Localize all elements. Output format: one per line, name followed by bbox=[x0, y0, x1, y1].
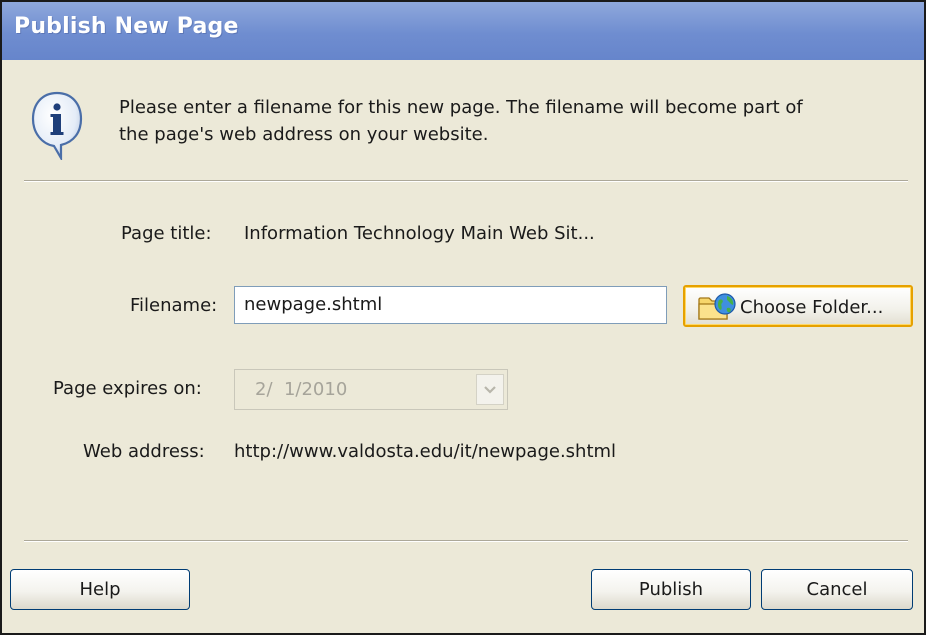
help-button[interactable]: Help bbox=[10, 569, 190, 610]
publish-button[interactable]: Publish bbox=[591, 569, 751, 610]
web-address-label: Web address: bbox=[83, 441, 205, 462]
instruction-line-2: the page's web address on your website. bbox=[119, 124, 489, 145]
folder-globe-icon bbox=[698, 293, 736, 320]
top-divider bbox=[24, 180, 908, 182]
instruction-text: Please enter a filename for this new pag… bbox=[119, 94, 899, 148]
page-title-value: Information Technology Main Web Sit... bbox=[244, 223, 595, 244]
expires-label: Page expires on: bbox=[53, 378, 202, 399]
info-icon bbox=[31, 91, 83, 160]
expires-date-picker[interactable]: 2/ 1/2010 bbox=[234, 369, 508, 410]
chevron-down-icon bbox=[484, 386, 496, 394]
cancel-button[interactable]: Cancel bbox=[761, 569, 913, 610]
publish-dialog: Publish New Page Please enter a filename… bbox=[0, 0, 926, 635]
filename-input[interactable]: newpage.shtml bbox=[234, 286, 667, 324]
filename-label: Filename: bbox=[130, 295, 218, 316]
expires-date-value: 2/ 1/2010 bbox=[255, 379, 348, 400]
bottom-divider bbox=[24, 540, 908, 542]
date-dropdown-button[interactable] bbox=[476, 374, 504, 405]
web-address-value: http://www.valdosta.edu/it/newpage.shtml bbox=[234, 441, 617, 462]
title-bar[interactable]: Publish New Page bbox=[2, 2, 924, 60]
choose-folder-button[interactable]: Choose Folder... bbox=[683, 285, 913, 327]
instruction-line-1: Please enter a filename for this new pag… bbox=[119, 97, 803, 118]
choose-folder-label: Choose Folder... bbox=[740, 297, 884, 318]
page-title-label: Page title: bbox=[121, 223, 212, 244]
dialog-title: Publish New Page bbox=[14, 14, 239, 39]
